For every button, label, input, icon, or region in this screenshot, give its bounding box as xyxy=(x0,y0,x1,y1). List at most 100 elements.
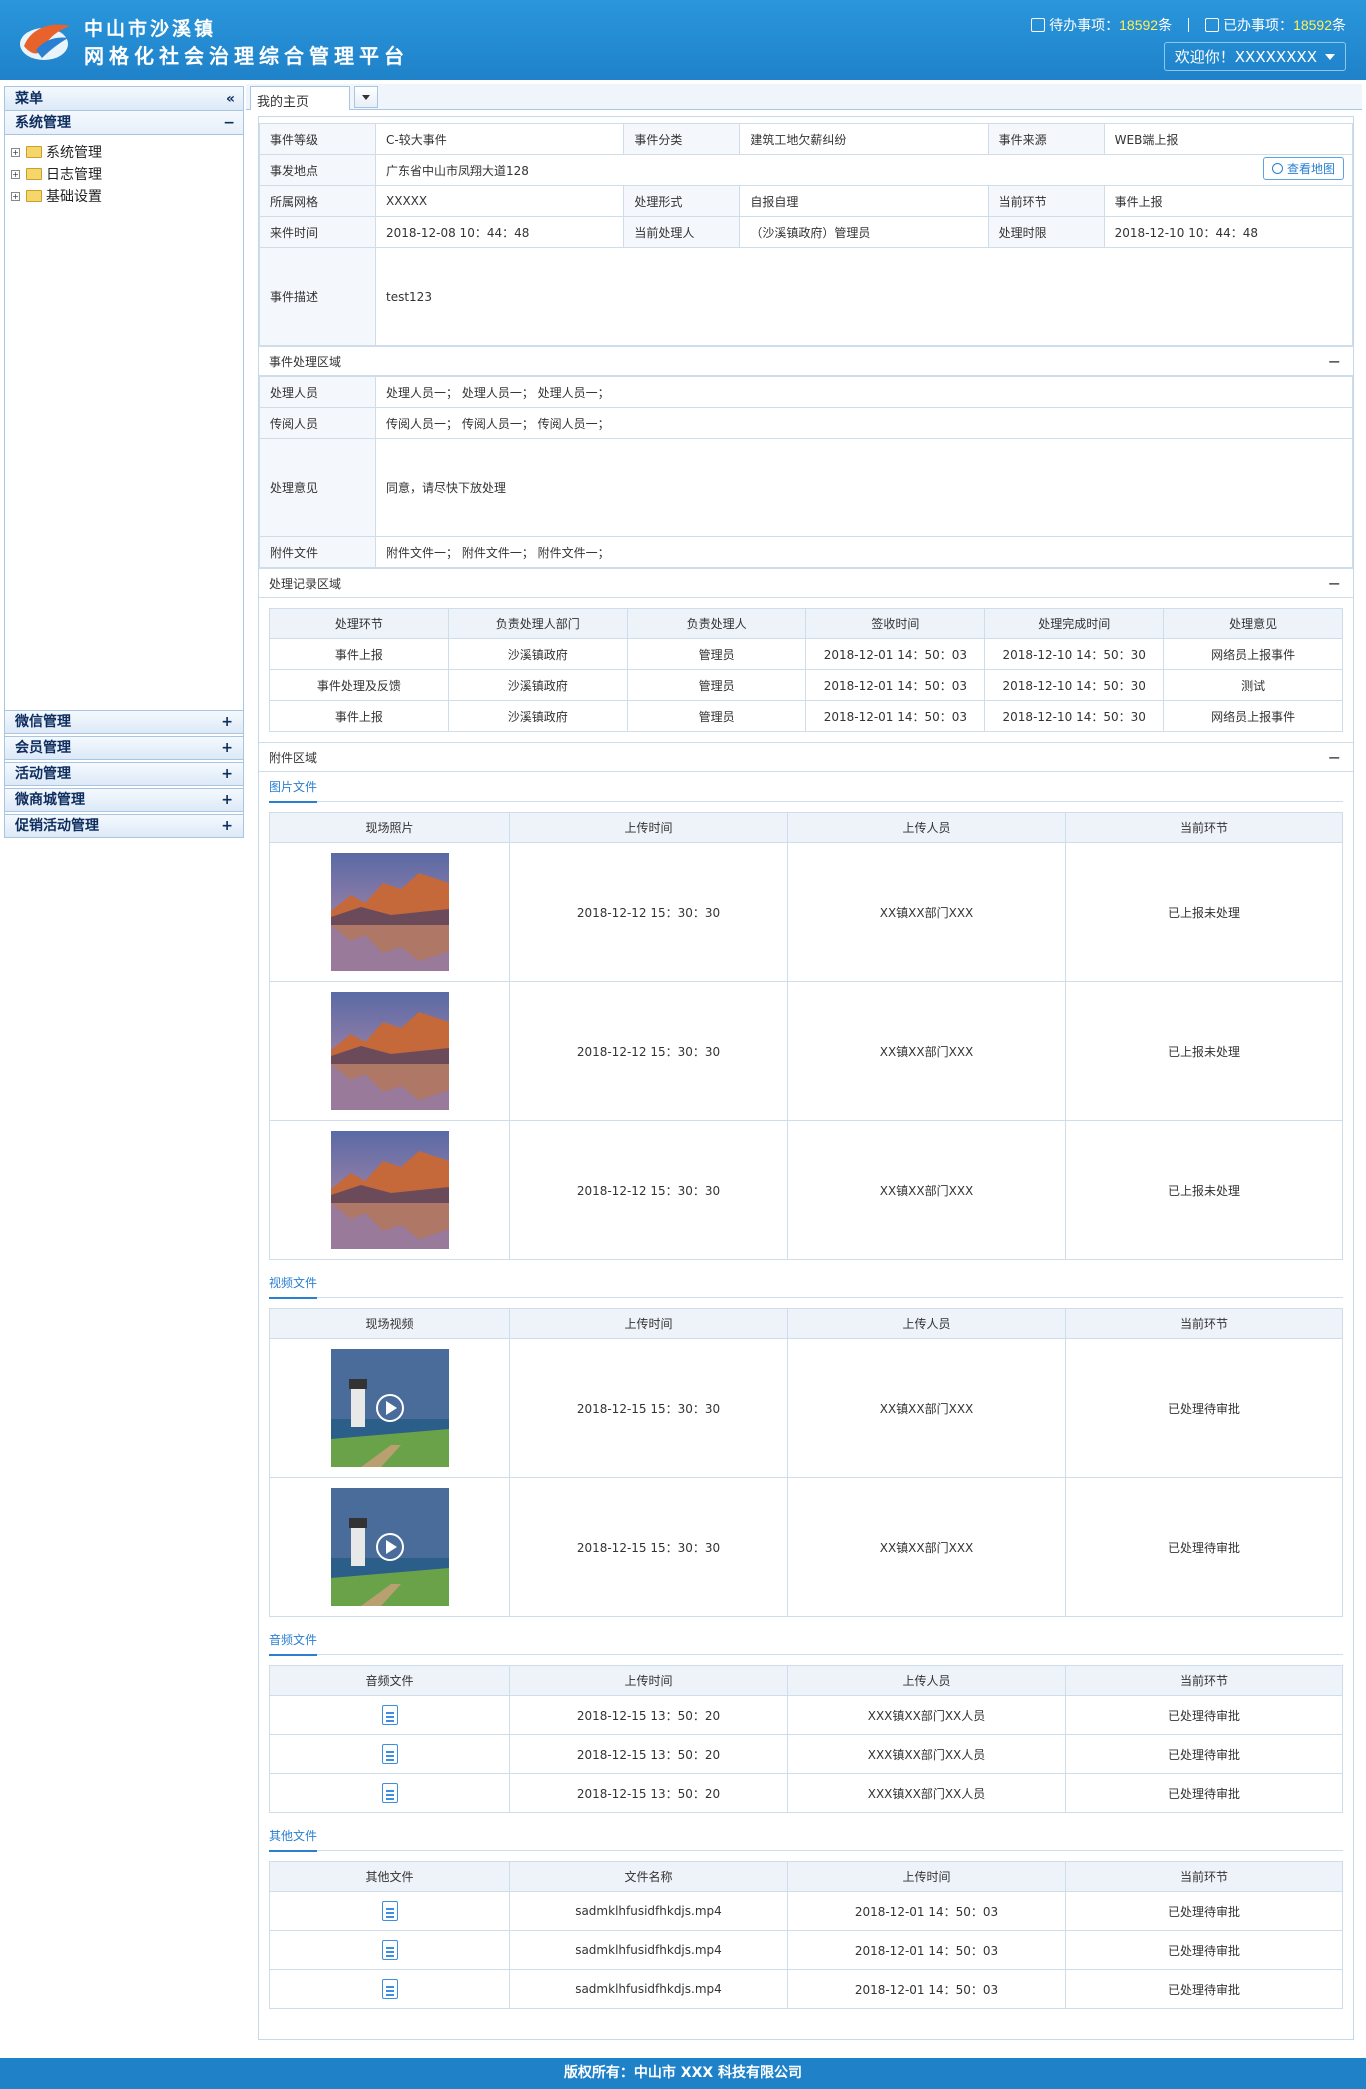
accordion-promo[interactable]: 促销活动管理 + xyxy=(4,814,244,838)
tree-node-log[interactable]: + 日志管理 xyxy=(11,163,237,185)
photo-cell[interactable] xyxy=(269,1120,510,1260)
accordion-member[interactable]: 会员管理 + xyxy=(4,736,244,760)
cell: 已处理待审批 xyxy=(1065,1773,1343,1813)
document-file-icon[interactable] xyxy=(381,1901,398,1921)
cell: 已上报未处理 xyxy=(1065,981,1343,1121)
videos-subtab[interactable]: 视频文件 xyxy=(269,1268,1343,1299)
col-header: 其他文件 xyxy=(269,1861,510,1892)
col-header: 签收时间 xyxy=(805,608,986,639)
photo-thumbnail[interactable] xyxy=(330,853,449,971)
done-label[interactable]: 已办事项： xyxy=(1223,15,1293,35)
document-file-icon[interactable] xyxy=(381,1940,398,1960)
cell: 2018-12-10 14：50：30 xyxy=(984,669,1165,701)
cell: XX镇XX部门XXX xyxy=(787,1120,1066,1260)
audio-file-icon[interactable] xyxy=(381,1744,398,1764)
table-row: 2018-12-12 15：30：30 XX镇XX部门XXX 已上报未处理 xyxy=(269,1120,1343,1260)
attachments-section-header[interactable]: 附件区域 − xyxy=(259,742,1353,772)
audio-file-icon[interactable] xyxy=(381,1705,398,1725)
category-label: 事件分类 xyxy=(623,123,741,155)
sidebar-group-label: 系统管理 xyxy=(15,115,71,131)
desc-label: 事件描述 xyxy=(259,247,376,346)
audio-file-icon[interactable] xyxy=(381,1783,398,1803)
accordion-label: 微商城管理 xyxy=(15,792,85,808)
others-subtab[interactable]: 其他文件 xyxy=(269,1821,1343,1852)
col-header: 负责处理人部门 xyxy=(447,608,628,639)
col-header: 上传时间 xyxy=(509,1665,788,1696)
staff-value: 处理人员一； 处理人员一； 处理人员一； xyxy=(375,376,1353,408)
stage-value: 事件上报 xyxy=(1103,185,1354,217)
expand-icon[interactable]: + xyxy=(11,169,20,179)
expand-icon[interactable]: + xyxy=(11,147,20,157)
cell: 2018-12-15 15：30：30 xyxy=(509,1338,788,1478)
photo-cell[interactable] xyxy=(269,842,510,982)
header-title-line2: 网格化社会治理综合管理平台 xyxy=(84,44,409,68)
top-header: 中山市沙溪镇 网格化社会治理综合管理平台 待办事项： 18592 条 已办事项：… xyxy=(0,0,1366,80)
source-value: WEB端上报 xyxy=(1103,123,1354,155)
sidebar-tree: + 系统管理 + 日志管理 + 基础设置 xyxy=(5,135,243,213)
collapse-icon[interactable]: − xyxy=(1328,347,1341,377)
done-count[interactable]: 18592 xyxy=(1293,17,1332,33)
subtab-label: 其他文件 xyxy=(269,1822,318,1852)
cell: 管理员 xyxy=(626,700,807,732)
collapse-icon[interactable]: − xyxy=(1328,743,1341,773)
expand-icon: + xyxy=(221,714,233,730)
table-row: sadmklhfusidfhkdjs.mp4 2018-12-01 14：50：0… xyxy=(269,1969,1343,2009)
accordion-wechat[interactable]: 微信管理 + xyxy=(4,710,244,734)
cell: 2018-12-01 14：50：03 xyxy=(805,638,986,670)
collapse-group-icon[interactable]: − xyxy=(223,111,235,135)
collapse-icon[interactable]: − xyxy=(1328,569,1341,599)
records-section-header[interactable]: 处理记录区域 − xyxy=(259,568,1353,598)
col-header: 现场照片 xyxy=(269,812,510,843)
audios-subtab[interactable]: 音频文件 xyxy=(269,1625,1343,1656)
accordion-mall[interactable]: 微商城管理 + xyxy=(4,788,244,812)
cell: 事件上报 xyxy=(269,700,449,732)
tab-home[interactable]: 我的主页 xyxy=(250,86,350,110)
welcome-text: 欢迎你！XXXXXXXX xyxy=(1174,48,1317,66)
accordion-activity[interactable]: 活动管理 + xyxy=(4,762,244,786)
video-cell[interactable] xyxy=(269,1477,510,1617)
photo-cell[interactable] xyxy=(269,981,510,1121)
video-cell[interactable] xyxy=(269,1338,510,1478)
todo-count[interactable]: 18592 xyxy=(1119,17,1158,33)
user-menu-button[interactable]: 欢迎你！XXXXXXXX xyxy=(1163,42,1346,71)
cell: 已处理待审批 xyxy=(1065,1477,1343,1617)
col-header: 处理意见 xyxy=(1163,608,1343,639)
cell: 网络员上报事件 xyxy=(1163,638,1343,670)
tree-node-basic[interactable]: + 基础设置 xyxy=(11,185,237,207)
sidebar-title: 菜单 xyxy=(15,91,43,107)
tab-dropdown-icon[interactable] xyxy=(354,86,378,108)
col-header: 上传时间 xyxy=(509,1308,788,1339)
todo-label[interactable]: 待办事项： xyxy=(1049,15,1119,35)
cell: 已处理待审批 xyxy=(1065,1891,1343,1931)
cell: 已上报未处理 xyxy=(1065,842,1343,982)
expand-icon[interactable]: + xyxy=(11,191,20,201)
divider xyxy=(1188,18,1190,32)
collapse-sidebar-icon[interactable]: « xyxy=(226,87,235,111)
cell: 2018-12-01 14：50：03 xyxy=(787,1969,1066,2009)
cell: 2018-12-01 14：50：03 xyxy=(805,700,986,732)
table-row: 2018-12-15 15：30：30 XX镇XX部门XXX 已处理待审批 xyxy=(269,1338,1343,1478)
images-subtab[interactable]: 图片文件 xyxy=(269,772,1343,803)
cc-value: 传阅人员一； 传阅人员一； 传阅人员一； xyxy=(375,407,1353,439)
photo-thumbnail[interactable] xyxy=(330,992,449,1110)
cell: 2018-12-01 14：50：03 xyxy=(787,1891,1066,1931)
cell: 2018-12-01 14：50：03 xyxy=(805,669,986,701)
col-header: 处理环节 xyxy=(269,608,449,639)
process-section-header[interactable]: 事件处理区域 − xyxy=(259,346,1353,376)
photo-thumbnail[interactable] xyxy=(330,1131,449,1249)
cell: XXX镇XX部门XX人员 xyxy=(787,1773,1066,1813)
location-label: 事发地点 xyxy=(259,154,376,186)
chevron-down-icon xyxy=(1325,53,1335,60)
video-thumbnail[interactable] xyxy=(330,1488,449,1606)
sidebar-group-system[interactable]: 系统管理 − xyxy=(5,111,243,135)
subtab-label: 音频文件 xyxy=(269,1626,318,1656)
video-thumbnail[interactable] xyxy=(330,1349,449,1467)
table-row: sadmklhfusidfhkdjs.mp4 2018-12-01 14：50：0… xyxy=(269,1930,1343,1970)
col-header: 文件名称 xyxy=(509,1861,788,1892)
table-row: 事件上报 沙溪镇政府 管理员 2018-12-01 14：50：03 2018-12-1… xyxy=(269,700,1343,732)
document-file-icon[interactable] xyxy=(381,1979,398,1999)
view-map-button[interactable]: 查看地图 xyxy=(1262,157,1344,180)
attach-label: 附件文件 xyxy=(259,536,376,568)
col-header: 当前环节 xyxy=(1065,1861,1343,1892)
tree-node-system[interactable]: + 系统管理 xyxy=(11,141,237,163)
